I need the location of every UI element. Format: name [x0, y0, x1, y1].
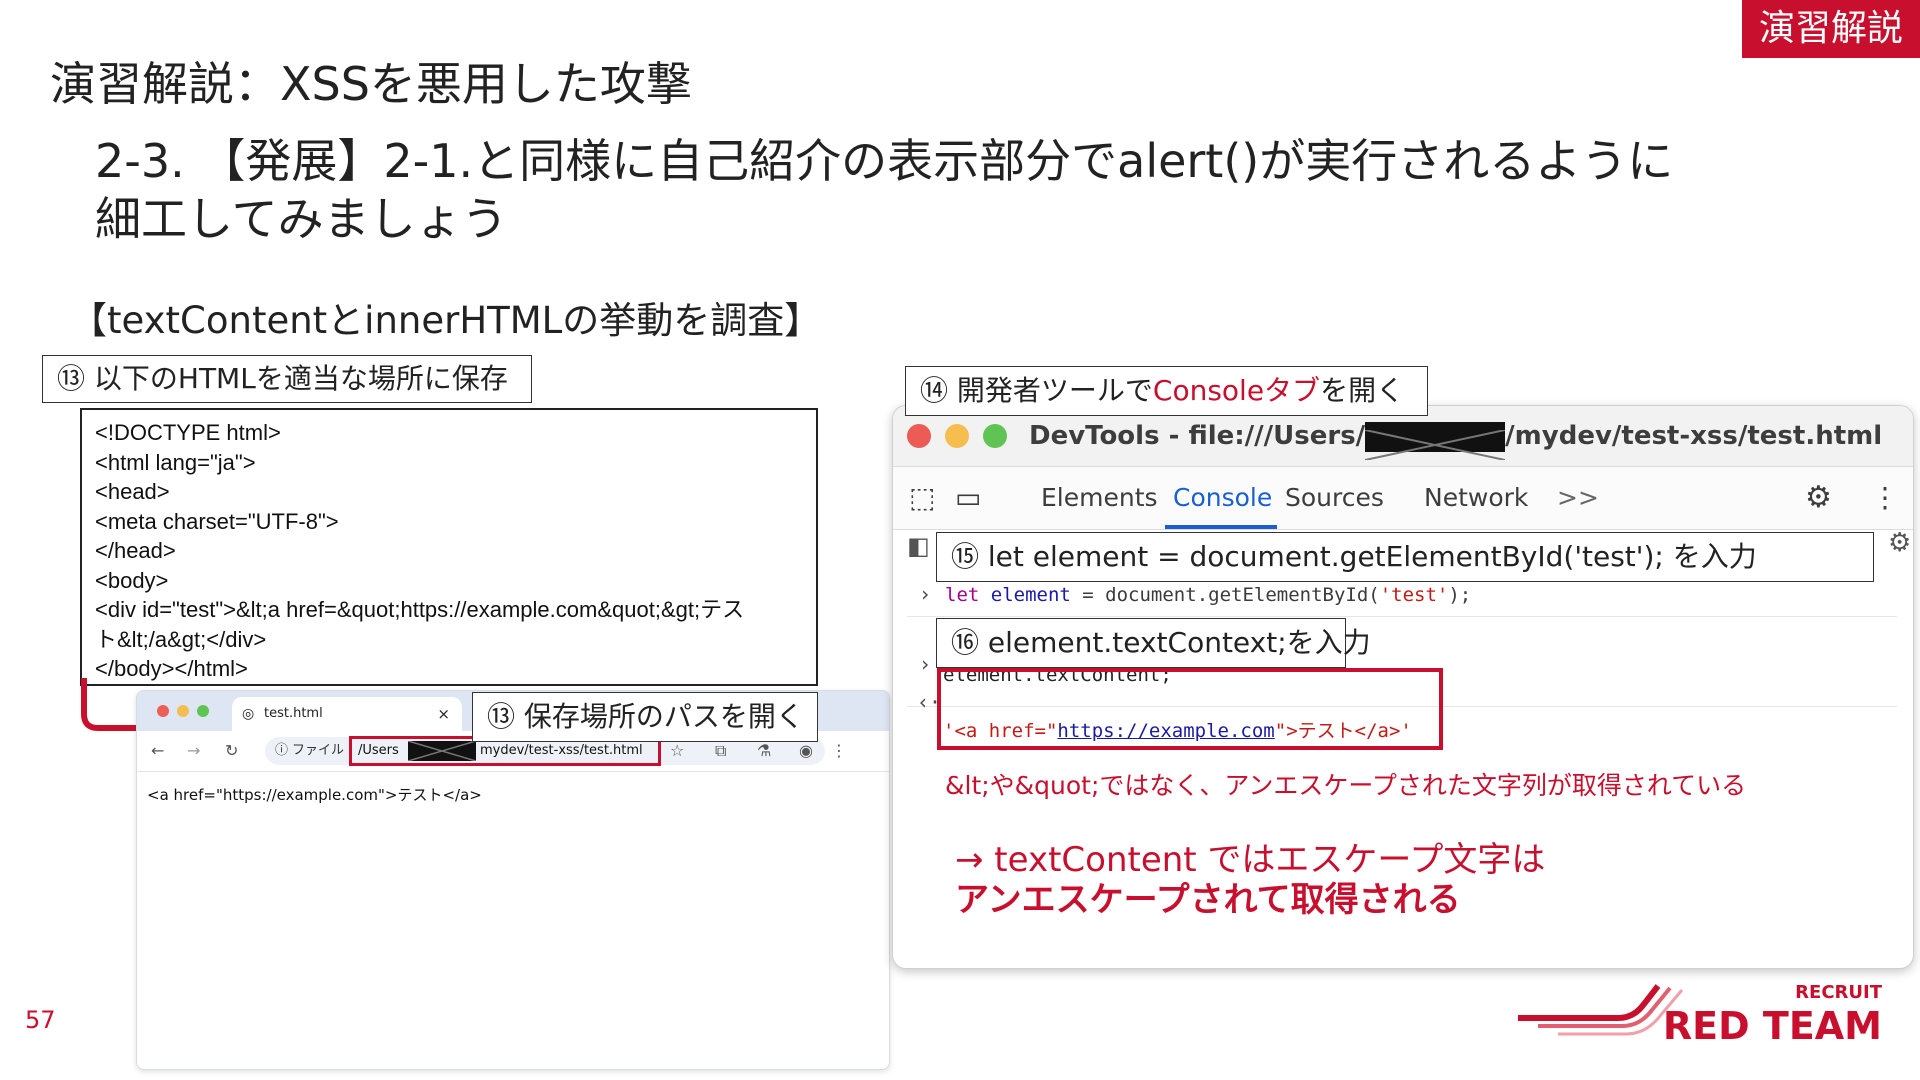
console-divider — [907, 616, 1897, 617]
minimize-dot-icon[interactable] — [177, 705, 189, 717]
step-16-label: ⑯ element.textContext;を入力 — [936, 618, 1371, 668]
active-tab-indicator — [1165, 525, 1277, 529]
step-14-suffix: を開く — [1320, 374, 1405, 407]
console-settings-icon[interactable]: ⚙ — [1888, 528, 1911, 558]
devtools-tab-bar: ⬚ ▭ Elements Console Sources Network >> … — [893, 467, 1913, 530]
lab-flask-icon[interactable]: ⚗ — [757, 741, 771, 760]
device-toolbar-icon[interactable]: ▭ — [955, 467, 981, 529]
subtitle-line-2: 細工してみましょう — [95, 192, 508, 246]
step-14-label: ⑭ 開発者ツールでConsoleタブを開く — [905, 366, 1428, 416]
minimize-dot-icon[interactable] — [945, 424, 969, 448]
star-icon[interactable]: ☆ — [670, 741, 684, 760]
file-label: ファイル — [292, 743, 345, 758]
code-line: ト&lt;/a&gt;</div> — [95, 626, 267, 652]
close-dot-icon[interactable] — [157, 705, 169, 717]
corner-tag: 演習解説 — [1742, 0, 1920, 58]
redacted-username — [1364, 421, 1506, 461]
console-line-1: let element = document.getElementById('t… — [945, 584, 1471, 606]
extensions-icon[interactable]: ⧉ — [715, 741, 726, 761]
code-line: <body> — [95, 567, 169, 593]
tab-elements[interactable]: Elements — [1041, 467, 1158, 529]
code-line: </body></html> — [95, 656, 248, 681]
maximize-dot-icon[interactable] — [983, 424, 1007, 448]
prompt-chevron-icon: › — [919, 652, 932, 676]
step-13-open-path-label: ⑬ 保存場所のパスを開く — [472, 692, 818, 742]
html-code-box: <!DOCTYPE html> <html lang="ja"> <head> … — [80, 408, 818, 686]
step-14-highlight: Consoleタブ — [1152, 374, 1321, 407]
devtools-title-suffix: /mydev/test-xss/test.html — [1505, 421, 1883, 451]
tab-network[interactable]: Network — [1424, 467, 1528, 529]
variable-element: element — [990, 584, 1071, 606]
devtools-window: DevTools - file:///Users/ /mydev/test-xss… — [892, 405, 1914, 969]
step-14-prefix: ⑭ 開発者ツールで — [920, 374, 1153, 407]
code-line: <head> — [95, 479, 170, 504]
devtools-title-prefix: DevTools - file:///Users/ — [1029, 421, 1366, 451]
back-arrow-icon[interactable]: ← — [151, 741, 164, 760]
tab-sources[interactable]: Sources — [1285, 467, 1384, 529]
browser-window: ◎ test.html × ← → ↻ ⓘ ファイル /Users mydev/… — [136, 690, 890, 1070]
step-15-label: ⑮ let element = document.getElementById(… — [936, 532, 1874, 582]
tab-title: test.html — [264, 706, 323, 721]
logo-recruit: RECRUIT — [1795, 982, 1882, 1003]
browser-tab[interactable]: ◎ test.html × — [232, 697, 462, 731]
reload-icon[interactable]: ↻ — [225, 741, 238, 760]
code-line: <!DOCTYPE html> — [95, 420, 281, 445]
devtools-menu-icon[interactable]: ⋮ — [1871, 467, 1899, 529]
menu-dots-icon[interactable]: ⋮ — [831, 741, 847, 760]
redacted-username — [407, 740, 477, 762]
code-line: </head> — [95, 538, 176, 563]
url-prefix: /Users — [358, 743, 399, 758]
code-line: <div id="test">&lt;a href=&quot;https://… — [95, 597, 745, 622]
slide-subtitle: 2-3. 【発展】2-1.と同様に自己紹介の表示部分でalert()が実行される… — [95, 132, 1795, 248]
sidebar-toggle-icon[interactable]: ◧ — [907, 532, 930, 560]
console-line-1-end: ); — [1448, 584, 1472, 606]
redaction-cross-icon — [1364, 428, 1506, 461]
close-dot-icon[interactable] — [907, 424, 931, 448]
logo-red-team: RED TEAM — [1662, 1004, 1882, 1048]
conclusion-line-2: アンエスケープされて取得される — [955, 880, 1461, 920]
profile-icon[interactable]: ◉ — [799, 741, 813, 760]
globe-icon: ◎ — [242, 706, 255, 722]
page-number: 57 — [25, 1006, 56, 1034]
slide-title: 演習解説：XSSを悪用した攻撃 — [50, 57, 692, 111]
prompt-chevron-icon: › — [919, 582, 932, 606]
code-line: <meta charset="UTF-8"> — [95, 508, 339, 534]
step-13-save-label: ⑬ 以下のHTMLを適当な場所に保存 — [42, 355, 532, 403]
page-content: <a href="https://example.com">テスト</a> — [147, 786, 482, 804]
redaction-cross-icon — [407, 740, 477, 762]
subtitle-line-1: 2-3. 【発展】2-1.と同様に自己紹介の表示部分でalert()が実行される… — [95, 134, 1674, 188]
console-line-1-rest: = document.getElementById( — [1070, 584, 1380, 606]
red-note: &lt;や&quot;ではなく、アンエスケープされた文字列が取得されている — [945, 771, 1747, 800]
maximize-dot-icon[interactable] — [197, 705, 209, 717]
section-heading: 【textContentとinnerHTMLの挙動を調査】 — [70, 299, 822, 342]
forward-arrow-icon[interactable]: → — [187, 741, 200, 760]
tab-close-icon[interactable]: × — [437, 697, 450, 731]
more-tabs-icon[interactable]: >> — [1557, 467, 1599, 529]
result-highlight-box — [937, 668, 1443, 750]
settings-gear-icon[interactable]: ⚙ — [1805, 467, 1832, 529]
console-string-test: 'test' — [1379, 584, 1449, 606]
tab-console[interactable]: Console — [1173, 467, 1272, 529]
info-icon: ⓘ — [275, 743, 289, 758]
inspect-element-icon[interactable]: ⬚ — [909, 467, 935, 529]
keyword-let: let — [945, 584, 980, 606]
code-line: <html lang="ja"> — [95, 449, 256, 475]
